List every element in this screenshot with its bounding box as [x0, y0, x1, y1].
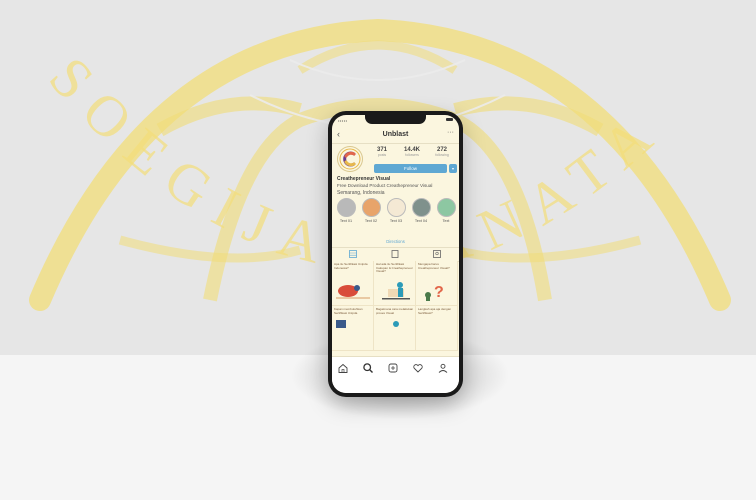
post-caption: Bagaimana cara melakukan proses Visual	[376, 307, 414, 315]
post-thumbnail[interactable]: Langkah apa aja dengan Sertifikasi?	[416, 306, 458, 351]
highlight-item[interactable]: Text	[435, 198, 457, 223]
post-caption: Hal ada itu Sertifikasi Cakupan & Creath…	[376, 262, 413, 274]
post-thumbnail[interactable]: ? Mengapa harus Creathepreneur Visual?	[416, 261, 458, 306]
highlight-item[interactable]: Text 01	[335, 198, 357, 223]
phone-mockup: ••••• ‹ Unblast ··· 371 posts 14.4K foll…	[328, 111, 463, 397]
highlight-item[interactable]: Text 03	[385, 198, 407, 223]
signal-icon: •••••	[338, 118, 348, 123]
post-thumbnail[interactable]: Kapan membutuhkan Sertifikasi Unipda	[332, 306, 374, 351]
tab-tagged[interactable]	[416, 250, 458, 260]
avatar[interactable]	[338, 147, 362, 171]
follow-dropdown-button[interactable]: ▾	[449, 164, 457, 173]
phone-notch	[365, 115, 426, 124]
profile-tabs	[332, 247, 459, 262]
more-icon[interactable]: ···	[447, 129, 454, 136]
post-thumbnail[interactable]: Bagaimana cara melakukan proses Visual	[374, 306, 416, 351]
profile-icon[interactable]	[437, 362, 449, 374]
tagged-icon	[433, 250, 441, 258]
profile-title: Unblast	[382, 131, 409, 138]
directions-link[interactable]: Directions	[332, 239, 459, 244]
story-highlights: Text 01 Text 02 Text 03 Text 04 Text	[332, 198, 459, 232]
stat-label: following	[435, 153, 449, 157]
highlight-cover	[411, 198, 431, 217]
battery-icon	[446, 118, 453, 121]
profile-stats: 371 posts 14.4K followers 272 following	[368, 147, 456, 161]
post-caption: Apa itu Sertifikasi Unipda Indonesia?	[334, 262, 368, 270]
stat-posts[interactable]: 371 posts	[368, 147, 396, 157]
stat-label: posts	[377, 153, 387, 157]
follow-button[interactable]: Follow	[374, 164, 447, 173]
highlight-label: Text 03	[389, 219, 403, 223]
highlight-cover	[436, 198, 456, 217]
post-caption: Kapan membutuhkan Sertifikasi Unipda	[334, 307, 363, 315]
profile-bio: Free Download Product Creathepreneur Vis…	[337, 183, 433, 188]
bottom-nav	[332, 356, 459, 393]
post-thumbnail[interactable]: Hal ada itu Sertifikasi Cakupan & Creath…	[374, 261, 416, 306]
highlight-label: Text 04	[414, 219, 428, 223]
home-icon[interactable]	[337, 362, 349, 374]
highlight-cover	[386, 198, 406, 217]
highlight-item[interactable]: Text 02	[360, 198, 382, 223]
add-post-icon[interactable]	[387, 362, 399, 374]
highlight-label: Text 02	[364, 219, 378, 223]
post-caption: Langkah apa aja dengan Sertifikasi?	[418, 307, 452, 315]
post-thumbnail[interactable]: Apa itu Sertifikasi Unipda Indonesia?	[332, 261, 374, 306]
stat-label: followers	[405, 153, 419, 157]
chevron-down-icon: ▾	[451, 166, 454, 171]
grid-icon	[349, 250, 357, 258]
search-icon[interactable]	[362, 362, 374, 374]
phone-screen: ••••• ‹ Unblast ··· 371 posts 14.4K foll…	[332, 115, 459, 393]
stat-followers[interactable]: 14.4K followers	[398, 147, 426, 157]
heart-icon[interactable]	[412, 362, 424, 374]
post-caption: Mengapa harus Creathepreneur Visual?	[418, 262, 450, 270]
highlight-item[interactable]: Text 04	[410, 198, 432, 223]
brand-logo	[339, 148, 361, 170]
svg-text:?: ?	[434, 284, 444, 301]
profile-location: Semarang, Indonesia	[337, 190, 385, 196]
tab-grid[interactable]	[332, 250, 374, 260]
feed-icon	[391, 250, 399, 258]
stat-following[interactable]: 272 following	[428, 147, 456, 157]
posts-grid: Apa itu Sertifikasi Unipda Indonesia? Ha…	[332, 261, 459, 356]
profile-name: Creathepreneur Visual	[337, 176, 391, 182]
profile-header: ‹ Unblast ···	[332, 127, 459, 144]
highlight-label: Text 01	[339, 219, 353, 223]
highlight-cover	[336, 198, 356, 217]
tab-feed[interactable]	[374, 250, 416, 260]
highlight-label: Text	[442, 219, 450, 223]
highlight-cover	[361, 198, 381, 217]
